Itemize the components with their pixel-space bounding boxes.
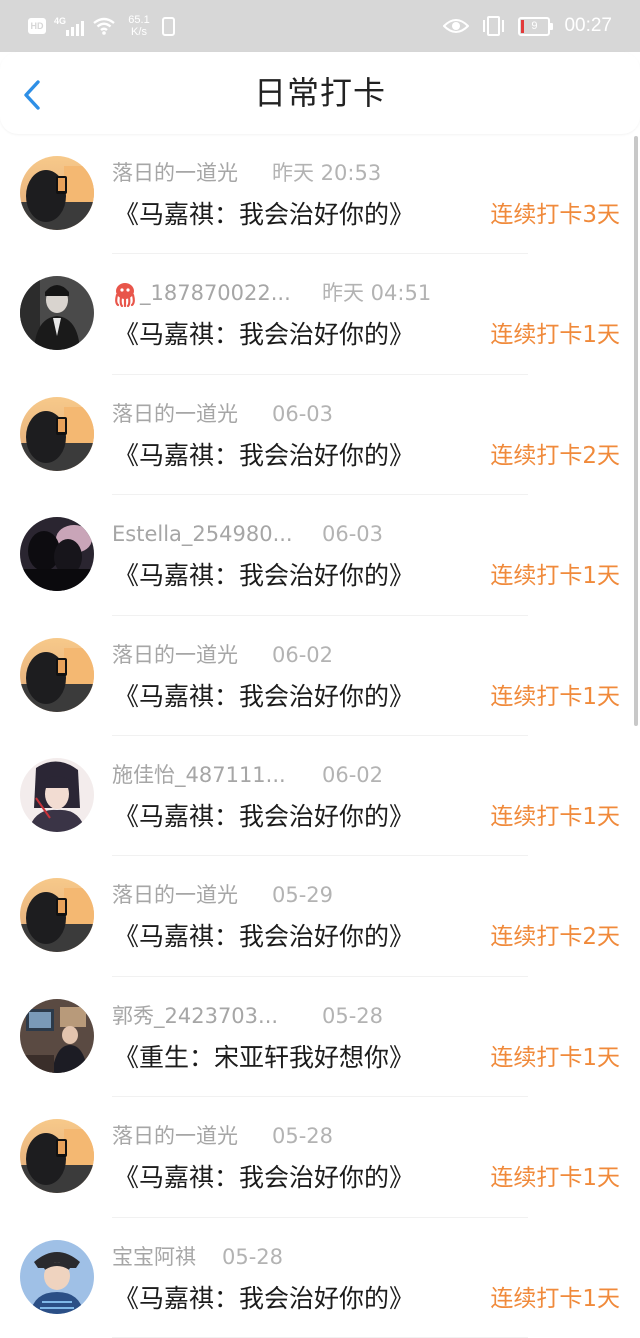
checkin-list: 落日的一道光 昨天 20:53 《马嘉祺：我会治好你的》 连续打卡3天 _187… bbox=[0, 134, 640, 1338]
user-name[interactable]: 落日的一道光 bbox=[112, 880, 272, 910]
list-item[interactable]: _187870022... 昨天 04:51 《马嘉祺：我会治好你的》 连续打卡… bbox=[0, 254, 640, 376]
book-title[interactable]: 《重生：宋亚轩我好想你》 bbox=[114, 1041, 414, 1075]
streak-label: 连续打卡3天 bbox=[490, 202, 620, 228]
streak-label: 连续打卡2天 bbox=[490, 924, 620, 951]
vibrate-icon bbox=[483, 16, 505, 36]
streak-label: 连续打卡1天 bbox=[490, 683, 620, 710]
avatar[interactable] bbox=[20, 517, 94, 592]
list-item[interactable]: 郭秀_2423703... 05-28 《重生：宋亚轩我好想你》 连续打卡1天 bbox=[0, 977, 640, 1098]
book-title[interactable]: 《马嘉祺：我会治好你的》 bbox=[114, 800, 414, 834]
avatar[interactable] bbox=[20, 757, 94, 832]
battery-icon: 9 bbox=[518, 16, 554, 36]
avatar[interactable] bbox=[20, 998, 94, 1073]
book-title[interactable]: 《马嘉祺：我会治好你的》 bbox=[114, 439, 414, 473]
item-meta: Estella_254980... 06-03 bbox=[112, 519, 383, 549]
network-speed: 65.1 K/s bbox=[124, 14, 154, 38]
checkin-time: 昨天 20:53 bbox=[272, 161, 382, 185]
user-name[interactable]: 落日的一道光 bbox=[112, 1121, 272, 1151]
user-name[interactable]: 落日的一道光 bbox=[112, 158, 272, 188]
checkin-time: 05-28 bbox=[222, 1244, 284, 1269]
streak-label: 连续打卡2天 bbox=[490, 442, 620, 469]
streak-label: 连续打卡1天 bbox=[490, 563, 620, 590]
avatar[interactable] bbox=[20, 1239, 94, 1314]
list-item[interactable]: 落日的一道光 05-29 《马嘉祺：我会治好你的》 连续打卡2天 bbox=[0, 856, 640, 978]
wifi-icon bbox=[93, 17, 115, 35]
status-bar-right: 9 00:27 bbox=[443, 12, 612, 40]
user-name[interactable]: Estella_254980... bbox=[112, 519, 322, 549]
avatar[interactable] bbox=[20, 878, 94, 953]
item-meta: 宝宝阿祺 05-28 bbox=[112, 1242, 283, 1272]
checkin-time: 05-29 bbox=[272, 883, 334, 908]
item-meta: 郭秀_2423703... 05-28 bbox=[112, 1001, 383, 1031]
speed-value: 65.1 bbox=[128, 14, 150, 26]
network-type: 4G bbox=[54, 16, 67, 26]
checkin-time: 05-28 bbox=[322, 1003, 384, 1028]
book-title[interactable]: 《马嘉祺：我会治好你的》 bbox=[114, 680, 414, 714]
book-title[interactable]: 《马嘉祺：我会治好你的》 bbox=[114, 318, 414, 352]
eye-icon bbox=[443, 19, 470, 33]
item-meta: 施佳怡_487111... 06-02 bbox=[112, 760, 383, 790]
item-meta: 落日的一道光 06-02 bbox=[112, 640, 333, 670]
list-item[interactable]: 施佳怡_487111... 06-02 《马嘉祺：我会治好你的》 连续打卡1天 bbox=[0, 736, 640, 857]
user-name[interactable]: 宝宝阿祺 bbox=[112, 1242, 222, 1272]
app-header: 日常打卡 bbox=[0, 52, 640, 134]
avatar[interactable] bbox=[20, 1119, 94, 1194]
checkin-time: 昨天 04:51 bbox=[322, 281, 432, 306]
streak-label: 连续打卡1天 bbox=[490, 1165, 620, 1192]
list-item[interactable]: 落日的一道光 06-03 《马嘉祺：我会治好你的》 连续打卡2天 bbox=[0, 375, 640, 496]
avatar[interactable] bbox=[20, 637, 94, 712]
speed-unit: K/s bbox=[131, 26, 147, 38]
item-meta: 落日的一道光 05-29 bbox=[112, 880, 333, 910]
list-item[interactable]: 宝宝阿祺 05-28 《马嘉祺：我会治好你的》 连续打卡1天 bbox=[0, 1218, 640, 1338]
user-name[interactable]: 郭秀_2423703... bbox=[112, 1001, 322, 1031]
battery-level: 9 bbox=[531, 19, 538, 32]
avatar[interactable] bbox=[20, 156, 94, 230]
status-bar: HD 4G 65.1 K/s 9 00:27 bbox=[0, 0, 640, 52]
book-title[interactable]: 《马嘉祺：我会治好你的》 bbox=[114, 920, 414, 954]
avatar[interactable] bbox=[20, 396, 94, 471]
checkin-time: 06-03 bbox=[272, 401, 334, 426]
page-title: 日常打卡 bbox=[253, 74, 386, 112]
list-item[interactable]: 落日的一道光 昨天 20:53 《马嘉祺：我会治好你的》 连续打卡3天 bbox=[0, 134, 640, 255]
user-name[interactable]: 施佳怡_487111... bbox=[112, 760, 322, 790]
item-meta: 落日的一道光 昨天 20:53 bbox=[112, 158, 381, 188]
avatar[interactable] bbox=[20, 276, 94, 351]
hd-icon: HD bbox=[28, 18, 46, 34]
item-meta: 落日的一道光 05-28 bbox=[112, 1121, 333, 1151]
book-title[interactable]: 《马嘉祺：我会治好你的》 bbox=[114, 1282, 414, 1316]
book-title[interactable]: 《马嘉祺：我会治好你的》 bbox=[114, 1161, 414, 1195]
streak-label: 连续打卡1天 bbox=[490, 1044, 620, 1071]
user-name: _187870022... bbox=[140, 281, 291, 306]
user-name[interactable]: 落日的一道光 bbox=[112, 399, 272, 429]
book-title[interactable]: 《马嘉祺：我会治好你的》 bbox=[114, 559, 414, 593]
list-item[interactable]: 落日的一道光 06-02 《马嘉祺：我会治好你的》 连续打卡1天 bbox=[0, 616, 640, 737]
book-title[interactable]: 《马嘉祺：我会治好你的》 bbox=[114, 198, 414, 232]
checkin-time: 06-02 bbox=[322, 762, 384, 787]
user-name[interactable]: 落日的一道光 bbox=[112, 640, 272, 670]
phone-icon bbox=[162, 16, 175, 36]
list-item[interactable]: Estella_254980... 06-03 《马嘉祺：我会治好你的》 连续打… bbox=[0, 495, 640, 616]
octopus-icon bbox=[115, 283, 135, 308]
checkin-time: 05-28 bbox=[272, 1124, 334, 1149]
status-bar-left: HD 4G 65.1 K/s bbox=[28, 12, 175, 40]
clock: 00:27 bbox=[564, 15, 612, 36]
checkin-time: 06-02 bbox=[272, 642, 334, 667]
cell-signal-icon: 4G bbox=[54, 16, 84, 36]
streak-label: 连续打卡1天 bbox=[490, 1285, 620, 1312]
item-meta: 落日的一道光 06-03 bbox=[112, 399, 333, 429]
list-item[interactable]: 落日的一道光 05-28 《马嘉祺：我会治好你的》 连续打卡1天 bbox=[0, 1097, 640, 1218]
item-meta: _187870022... 昨天 04:51 bbox=[112, 278, 431, 308]
user-name-wrap[interactable]: _187870022... bbox=[112, 278, 322, 308]
checkin-time: 06-03 bbox=[322, 522, 384, 547]
streak-label: 连续打卡1天 bbox=[490, 803, 620, 830]
streak-label: 连续打卡1天 bbox=[490, 322, 620, 349]
